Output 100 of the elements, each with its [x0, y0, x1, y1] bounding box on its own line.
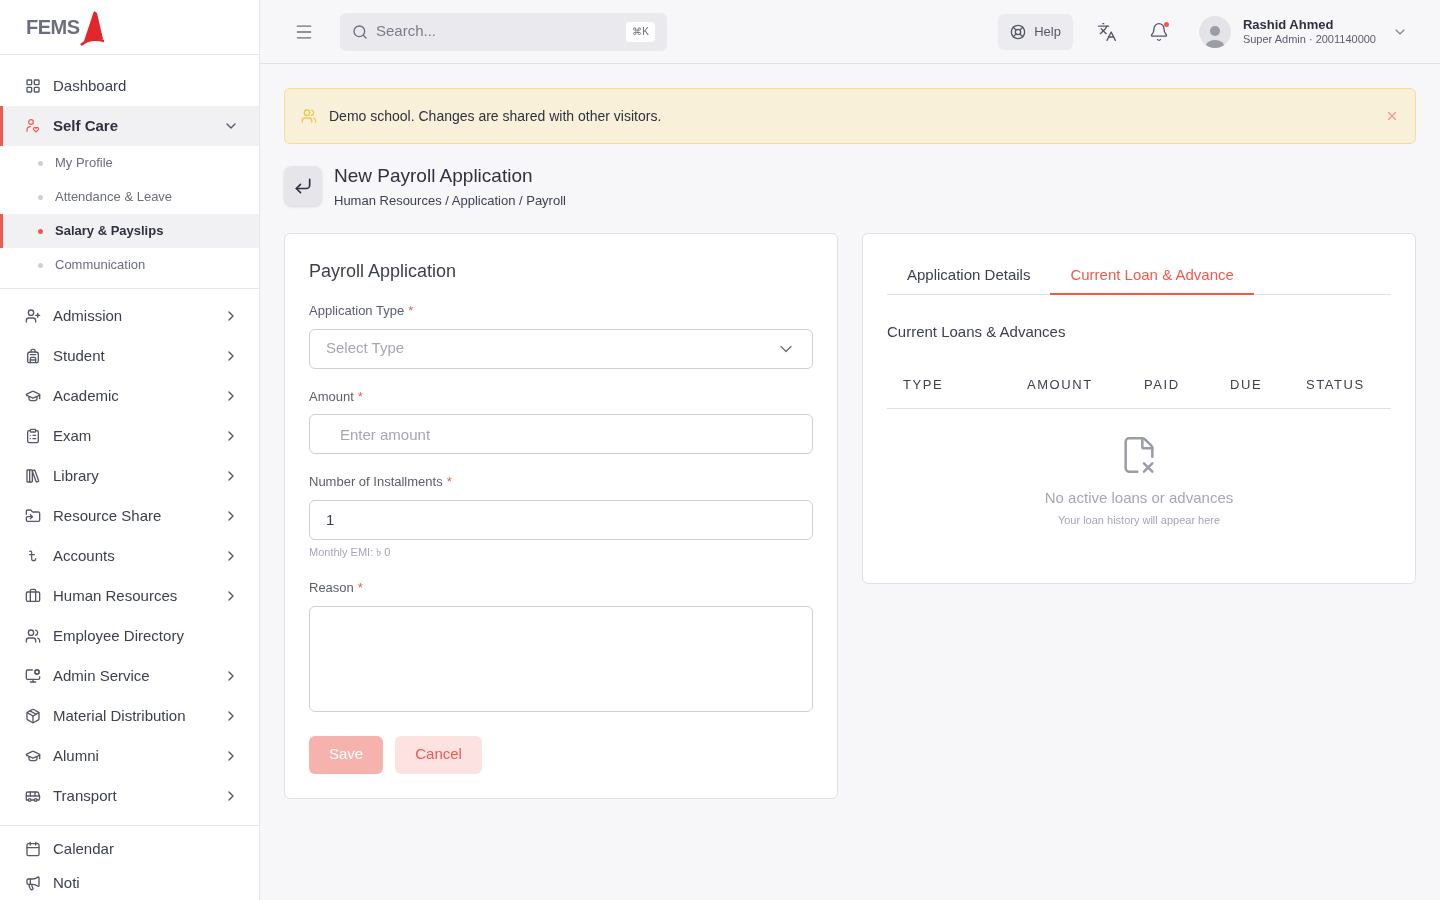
- return-arrow-icon: [293, 176, 313, 196]
- translate-icon[interactable]: [1096, 21, 1117, 42]
- sidebar-item[interactable]: Resource Share: [0, 496, 259, 536]
- bullet-icon: [38, 194, 43, 200]
- sidebar-item[interactable]: Employee Directory: [0, 616, 259, 656]
- sidebar-label: Human Resources: [53, 585, 179, 606]
- sidebar-item[interactable]: Self Care: [0, 106, 259, 146]
- submenu-label: My Profile: [55, 154, 113, 173]
- column-header: STATUS: [1306, 375, 1366, 394]
- sidebar-item[interactable]: Admin Service: [0, 656, 259, 696]
- sidebar-item[interactable]: Library: [0, 456, 259, 496]
- empty-subtitle: Your loan history will appear here: [1057, 512, 1221, 528]
- notification-icon[interactable]: [1148, 21, 1169, 42]
- avatar[interactable]: [1198, 15, 1231, 48]
- column-header: TYPE: [903, 375, 945, 394]
- sidebar-item[interactable]: Human Resources: [0, 576, 259, 616]
- sidebar-label: Employee Directory: [53, 625, 185, 646]
- column-header: AMOUNT: [1027, 375, 1094, 394]
- books-icon: [25, 468, 41, 484]
- sidebar-label: Admin Service: [53, 665, 151, 686]
- field-label: Reason: [309, 579, 354, 597]
- monitor-icon: [25, 668, 41, 684]
- user-name: Rashid Ahmed: [1242, 16, 1335, 33]
- submenu-item[interactable]: Communication: [0, 248, 259, 282]
- package-icon: [25, 708, 41, 724]
- lifebuoy-icon: [1010, 23, 1027, 40]
- required-mark: *: [357, 387, 363, 406]
- user-plus-icon: [25, 308, 41, 324]
- submenu-item[interactable]: My Profile: [0, 146, 259, 180]
- sidebar-label: Dashboard: [53, 75, 128, 96]
- backpack-icon: [25, 348, 41, 364]
- tab[interactable]: Application Details: [887, 264, 1051, 295]
- sidebar-item[interactable]: Transport: [0, 776, 259, 816]
- folder-icon: [25, 508, 41, 524]
- sidebar-label: Material Distribution: [53, 705, 187, 726]
- sidebar-item[interactable]: Dashboard: [0, 66, 259, 106]
- banner-text: Demo school. Changes are shared with other visitors.: [329, 106, 663, 126]
- sidebar-label: Calendar: [53, 838, 114, 859]
- select-placeholder: Select Type: [326, 338, 406, 359]
- briefcase-icon: [25, 588, 41, 604]
- bullet-icon: [38, 228, 43, 234]
- field-label: Amount: [309, 387, 354, 406]
- users-icon: [25, 628, 41, 644]
- sidebar-item[interactable]: Exam: [0, 416, 259, 456]
- submenu-label: Communication: [55, 256, 146, 275]
- help-button[interactable]: Help: [998, 13, 1073, 50]
- breadcrumb: Human Resources / Application / Payroll: [334, 191, 566, 210]
- person-heart-icon: [25, 118, 41, 134]
- sidebar-item[interactable]: Calendar: [0, 832, 259, 866]
- bullet-icon: [38, 160, 43, 166]
- shortcut-key: ⌘K: [626, 21, 655, 42]
- graduation-cap-icon: [25, 388, 41, 404]
- field-label: Application Type: [309, 302, 405, 320]
- sidebar-label: Self Care: [53, 115, 120, 136]
- section-title: Current Loans & Advances: [887, 321, 1067, 342]
- input-field[interactable]: Enter amount: [309, 414, 813, 454]
- search-field[interactable]: Search... ⌘K: [340, 12, 667, 51]
- sidebar-label: Admission: [53, 305, 124, 326]
- clipboard-icon: [25, 428, 41, 444]
- sidebar-label: Accounts: [53, 545, 116, 566]
- logo: FEMS: [26, 7, 106, 47]
- users-icon: [301, 108, 317, 124]
- sidebar-item[interactable]: Admission: [0, 296, 259, 336]
- sidebar-item[interactable]: Noti: [0, 866, 259, 900]
- sidebar-label: Academic: [53, 385, 120, 406]
- megaphone-icon: [25, 875, 41, 891]
- sidebar-item[interactable]: Material Distribution: [0, 696, 259, 736]
- required-mark: *: [408, 302, 414, 320]
- search-icon: [352, 23, 368, 40]
- sidebar-label: Noti: [53, 872, 80, 893]
- sidebar-label: Transport: [53, 785, 118, 806]
- sidebar-item[interactable]: Alumni: [0, 736, 259, 776]
- page-title: New Payroll Application: [334, 164, 534, 188]
- card-title: Payroll Application: [309, 260, 458, 283]
- calendar-icon: [25, 841, 41, 857]
- submenu-item[interactable]: Attendance & Leave: [0, 180, 259, 214]
- sidebar-label: Alumni: [53, 745, 100, 766]
- sidebar-label: Exam: [53, 425, 93, 446]
- field-label: Number of Installments: [309, 473, 443, 491]
- column-header: PAID: [1144, 375, 1181, 394]
- submenu-label: Salary & Payslips: [55, 222, 164, 241]
- grid-icon: [25, 78, 41, 94]
- field-hint: Monthly EMI: ৳ 0: [309, 544, 392, 560]
- input-field[interactable]: 1: [309, 499, 813, 540]
- sidebar-item[interactable]: Student: [0, 336, 259, 376]
- sidebar-label: Student: [53, 345, 106, 366]
- column-header: DUE: [1230, 375, 1264, 394]
- sidebar-item[interactable]: Academic: [0, 376, 259, 416]
- submenu-label: Attendance & Leave: [55, 188, 173, 207]
- required-mark: *: [446, 473, 452, 491]
- sidebar-label: Library: [53, 465, 100, 486]
- sidebar-item[interactable]: Accounts: [0, 536, 259, 576]
- submenu-item[interactable]: Salary & Payslips: [0, 214, 259, 248]
- search-placeholder: Search...: [376, 21, 438, 42]
- back-button[interactable]: [284, 166, 322, 206]
- close-icon[interactable]: [1385, 109, 1399, 123]
- required-mark: *: [357, 579, 363, 597]
- empty-title: No active loans or advances: [1044, 488, 1234, 508]
- textarea-field[interactable]: [309, 605, 813, 712]
- user-role: Super Admin · 2001140000: [1242, 32, 1376, 47]
